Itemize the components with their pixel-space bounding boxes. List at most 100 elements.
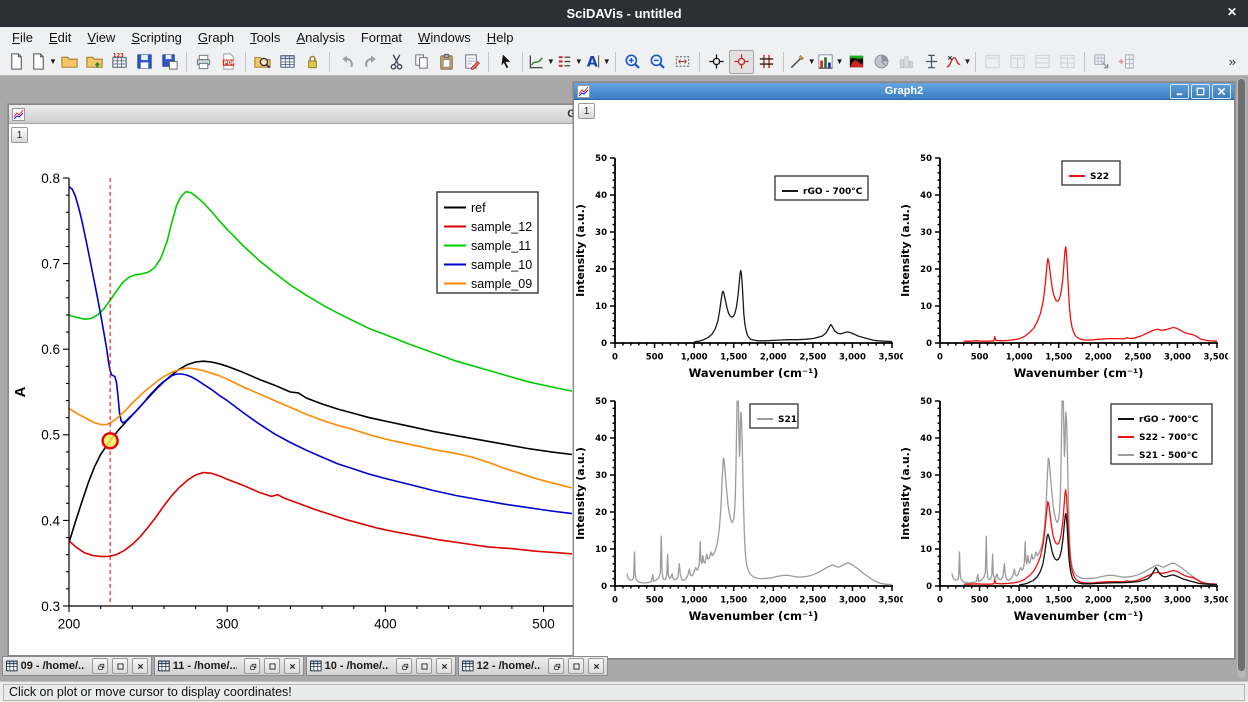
- paste-button[interactable]: [434, 50, 459, 74]
- save-template-button[interactable]: [157, 50, 182, 74]
- menu-tools[interactable]: Tools: [242, 28, 288, 47]
- svg-text:50: 50: [920, 154, 932, 164]
- data-reader-button[interactable]: [729, 50, 754, 74]
- app-close-button[interactable]: ✕: [1227, 5, 1237, 19]
- project-explorer-button[interactable]: [250, 50, 275, 74]
- graph2-restore-button[interactable]: [1191, 84, 1210, 99]
- minimized-window-10[interactable]: 10 - /home/...: [306, 656, 456, 676]
- raman-chart-s21-svg[interactable]: 05001,0001,5002,0002,5003,0003,500010203…: [574, 383, 903, 621]
- menu-file[interactable]: File: [4, 28, 41, 47]
- minimized-window-close-button[interactable]: [588, 658, 604, 674]
- plot-contour-button[interactable]: [844, 50, 869, 74]
- add-legend-menu-button[interactable]: ▼: [555, 50, 583, 74]
- minimized-window-maximize-button[interactable]: [568, 658, 584, 674]
- menu-analysis[interactable]: Analysis: [288, 28, 352, 47]
- menu-windows[interactable]: Windows: [410, 28, 479, 47]
- raman-chart-s22[interactable]: 05001,0001,5002,0002,5003,0003,500010203…: [899, 140, 1228, 383]
- minimized-window-maximize-button[interactable]: [112, 658, 128, 674]
- raman-chart-rgo700[interactable]: 05001,0001,5002,0002,5003,0003,500010203…: [574, 140, 903, 383]
- svg-text:sample_10: sample_10: [471, 258, 532, 272]
- menu-edit[interactable]: Edit: [41, 28, 79, 47]
- zoom-in-button[interactable]: [620, 50, 645, 74]
- open-project-button[interactable]: [57, 50, 82, 74]
- print-button[interactable]: [191, 50, 216, 74]
- minimized-window-11[interactable]: 11 - /home/...: [154, 656, 304, 676]
- minimized-window-close-button[interactable]: [284, 658, 300, 674]
- graph2-titlebar[interactable]: Graph2: [574, 83, 1234, 100]
- toolbar-separator: [1084, 52, 1085, 72]
- save-project-button[interactable]: [132, 50, 157, 74]
- graph1-layer-button[interactable]: 1: [11, 127, 28, 143]
- undo-button[interactable]: [334, 50, 359, 74]
- graph2-layer-button[interactable]: 1: [578, 103, 595, 119]
- graph2-minimize-button[interactable]: [1170, 84, 1189, 99]
- delete-selection-button[interactable]: [459, 50, 484, 74]
- raman-chart-combined-svg[interactable]: 05001,0001,5002,0002,5003,0003,500010203…: [899, 383, 1228, 621]
- dropdown-caret-icon[interactable]: ▼: [49, 57, 57, 66]
- minimized-window-restore-button[interactable]: [92, 658, 108, 674]
- raman-chart-rgo700-svg[interactable]: 05001,0001,5002,0002,5003,0003,500010203…: [574, 140, 903, 378]
- open-template-button[interactable]: [82, 50, 107, 74]
- svg-text:0.7: 0.7: [41, 256, 60, 271]
- lock-toolbars-button[interactable]: [300, 50, 325, 74]
- new-item-menu-button[interactable]: ▼: [29, 50, 57, 74]
- svg-text:S22 - 700°C: S22 - 700°C: [1139, 433, 1198, 443]
- raman-chart-s21[interactable]: 05001,0001,5002,0002,5003,0003,500010203…: [574, 383, 903, 626]
- menu-format[interactable]: Format: [353, 28, 410, 47]
- plot-pie-button[interactable]: [869, 50, 894, 74]
- export-pdf-button[interactable]: PDF: [216, 50, 241, 74]
- graph2-window[interactable]: Graph2 1 05001,0001,5002,0002,5003,0003,…: [573, 82, 1235, 659]
- select-data-range-button[interactable]: [754, 50, 779, 74]
- add-curve-menu-button[interactable]: ▼: [527, 50, 555, 74]
- graph2-close-button[interactable]: [1212, 84, 1231, 99]
- svg-text:2,500: 2,500: [799, 353, 826, 363]
- fit-menu-button[interactable]: ▼: [944, 50, 972, 74]
- minimized-window-restore-button[interactable]: [244, 658, 260, 674]
- toolbar-overflow-button[interactable]: »: [1221, 54, 1244, 69]
- dropdown-caret-icon[interactable]: ▼: [603, 57, 611, 66]
- redo-button[interactable]: [359, 50, 384, 74]
- pointer-tool-button[interactable]: [493, 50, 518, 74]
- add-text-menu-button[interactable]: A▼: [583, 50, 611, 74]
- menu-graph[interactable]: Graph: [190, 28, 242, 47]
- data-reader-icon: [732, 52, 751, 71]
- copy-button[interactable]: [409, 50, 434, 74]
- dropdown-caret-icon[interactable]: ▼: [808, 57, 816, 66]
- minimized-window-restore-button[interactable]: [396, 658, 412, 674]
- minimized-window-09[interactable]: 09 - /home/...: [2, 656, 152, 676]
- plot-pie-icon: [872, 52, 891, 71]
- dropdown-caret-icon[interactable]: ▼: [836, 57, 844, 66]
- zoom-in-icon: [623, 52, 642, 71]
- minimized-window-close-button[interactable]: [132, 658, 148, 674]
- dropdown-caret-icon[interactable]: ▼: [964, 57, 972, 66]
- raman-chart-s22-svg[interactable]: 05001,0001,5002,0002,5003,0003,500010203…: [899, 140, 1228, 378]
- minimized-window-close-button[interactable]: [436, 658, 452, 674]
- minimized-window-restore-button[interactable]: [548, 658, 564, 674]
- scrollbar-thumb[interactable]: [1238, 79, 1245, 671]
- minimized-window-maximize-button[interactable]: [416, 658, 432, 674]
- dropdown-caret-icon[interactable]: ▼: [547, 57, 555, 66]
- menu-scripting[interactable]: Scripting: [123, 28, 190, 47]
- uv-vis-absorbance-chart[interactable]: 2003004005000.30.40.50.60.70.8Arefsample…: [9, 124, 573, 655]
- plot-type-menu-button[interactable]: ▼: [816, 50, 844, 74]
- zoom-out-button[interactable]: [645, 50, 670, 74]
- minimized-window-12[interactable]: 12 - /home/...: [458, 656, 608, 676]
- menu-help[interactable]: Help: [479, 28, 522, 47]
- new-project-button[interactable]: [4, 50, 29, 74]
- toolbar-separator: [975, 52, 976, 72]
- uv-vis-absorbance-chart-svg[interactable]: 2003004005000.30.40.50.60.70.8Arefsample…: [9, 124, 573, 655]
- draw-line-menu-button[interactable]: ▼: [788, 50, 816, 74]
- minimized-window-maximize-button[interactable]: [264, 658, 280, 674]
- svg-text:3,000: 3,000: [839, 353, 866, 363]
- workspace-vertical-scrollbar[interactable]: [1237, 78, 1246, 678]
- raman-chart-combined[interactable]: 05001,0001,5002,0002,5003,0003,500010203…: [899, 383, 1228, 626]
- import-ascii-button[interactable]: 123: [107, 50, 132, 74]
- dropdown-caret-icon[interactable]: ▼: [575, 57, 583, 66]
- add-error-bars-button[interactable]: [919, 50, 944, 74]
- cut-button[interactable]: [384, 50, 409, 74]
- menu-view[interactable]: View: [79, 28, 123, 47]
- window-layout-4-button: [1055, 50, 1080, 74]
- screen-reader-button[interactable]: [704, 50, 729, 74]
- results-log-button[interactable]: [275, 50, 300, 74]
- rescale-to-show-all-button[interactable]: [670, 50, 695, 74]
